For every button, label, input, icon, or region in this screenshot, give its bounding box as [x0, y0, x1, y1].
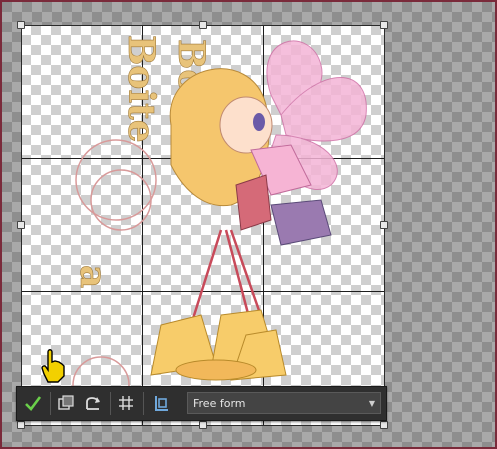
crop-area[interactable]: Boite Boite a: [17, 21, 388, 429]
crop-handle-bottom-left[interactable]: [17, 421, 25, 429]
hand-cursor-icon: [41, 349, 65, 383]
grid-toggle-button[interactable]: [114, 391, 138, 415]
crop-handle-left[interactable]: [17, 221, 25, 229]
image-text-bottom: a: [72, 265, 114, 288]
crop-handle-top[interactable]: [199, 21, 207, 29]
crop-mode-value: Free form: [193, 397, 246, 410]
rotate-icon: [86, 397, 100, 410]
page-size-button[interactable]: [149, 391, 173, 415]
page-size-icon: [155, 396, 168, 411]
crop-handle-top-right[interactable]: [380, 21, 388, 29]
fairy-artwork: Boite Boite a: [72, 35, 367, 414]
crop-mode-select[interactable]: Free form ▼: [187, 392, 381, 414]
crop-handle-bottom-right[interactable]: [380, 421, 388, 429]
snap-crop-button[interactable]: [54, 391, 78, 415]
rotate-crop-button[interactable]: [81, 391, 105, 415]
snap-to-layer-icon: [58, 395, 74, 410]
crop-toolbar: Free form ▼: [16, 386, 387, 421]
accept-crop-button[interactable]: [21, 391, 45, 415]
toolbar-separator: [50, 392, 51, 415]
image-text-top: Boite: [120, 35, 162, 143]
crop-handle-top-left[interactable]: [17, 21, 25, 29]
crop-handle-bottom[interactable]: [199, 421, 207, 429]
grid-icon: [119, 396, 133, 410]
checkmark-icon: [25, 396, 42, 411]
toolbar-separator: [110, 392, 111, 415]
crop-handle-right[interactable]: [380, 221, 388, 229]
chevron-down-icon: ▼: [368, 399, 375, 408]
toolbar-separator: [143, 392, 144, 415]
